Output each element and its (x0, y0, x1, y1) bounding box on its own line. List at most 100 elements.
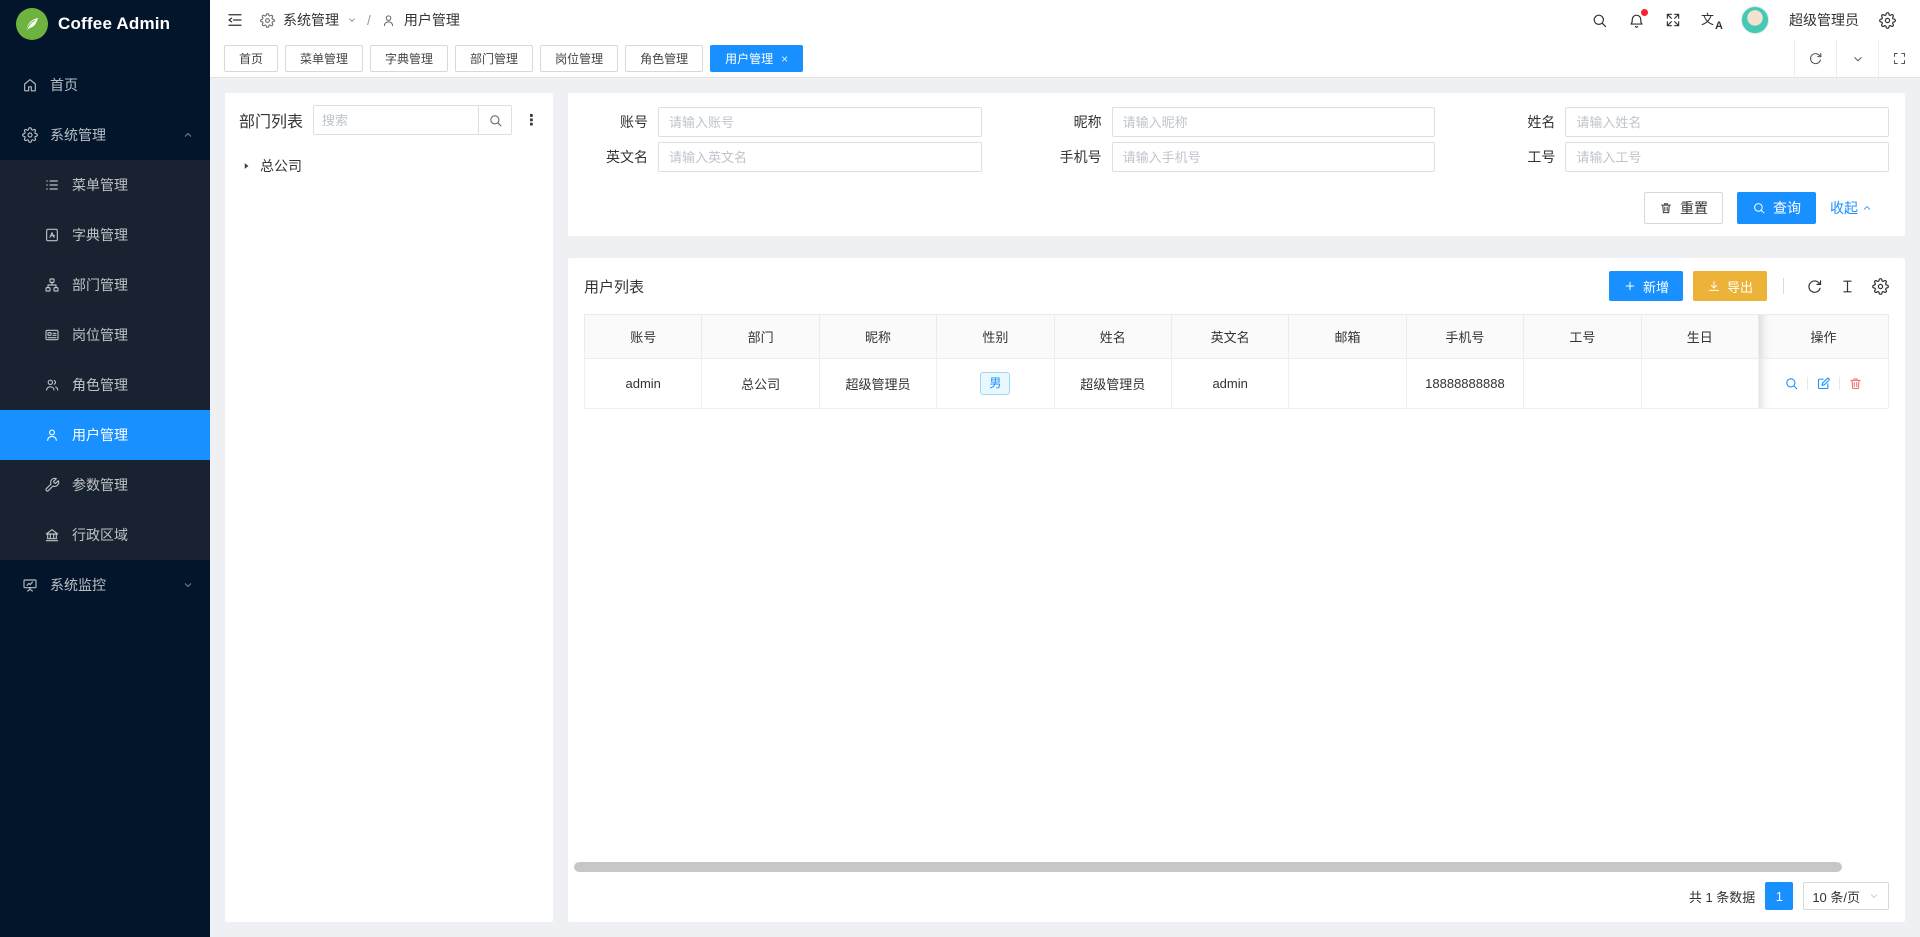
notification-bell-icon[interactable] (1628, 12, 1645, 29)
reset-button[interactable]: 重置 (1644, 192, 1723, 224)
field-job-no: 工号 (1491, 142, 1889, 172)
page-button-1[interactable]: 1 (1765, 882, 1793, 910)
app-logo: Coffee Admin (0, 0, 210, 48)
bank-icon (44, 527, 60, 543)
sidebar-item-dict-management[interactable]: 字典管理 (0, 210, 210, 260)
user-table: 账号 部门 昵称 性别 姓名 英文名 邮箱 手机号 工号 生日 操作 (584, 314, 1889, 409)
department-panel-header: 部门列表 ⋮ (225, 93, 553, 147)
page-size-select[interactable]: 10 条/页 (1803, 882, 1889, 910)
job-no-input[interactable] (1565, 142, 1889, 172)
caret-right-icon[interactable] (241, 161, 251, 171)
tab-role-management[interactable]: 角色管理 (625, 45, 703, 72)
department-search (313, 105, 512, 135)
more-options-icon[interactable]: ⋮ (522, 113, 541, 128)
sidebar: Coffee Admin 首页 系统管理 菜单管理 字典管理 部门管理 (0, 0, 210, 937)
export-button[interactable]: 导出 (1693, 271, 1767, 301)
tab-home[interactable]: 首页 (224, 45, 278, 72)
avatar[interactable] (1741, 6, 1769, 34)
gear-icon (260, 13, 275, 28)
table-title: 用户列表 (584, 276, 644, 297)
breadcrumb: 系统管理 / 用户管理 (260, 10, 460, 30)
divider (1807, 377, 1808, 390)
field-name: 姓名 (1491, 107, 1889, 137)
sidebar-item-admin-region[interactable]: 行政区域 (0, 510, 210, 560)
search-form: 账号 昵称 姓名 英文名 (568, 107, 1889, 172)
id-card-icon (44, 327, 60, 343)
department-search-input[interactable] (313, 105, 478, 135)
cell-en-name: admin (1171, 359, 1288, 409)
edit-icon[interactable] (1816, 376, 1831, 391)
query-button[interactable]: 查询 (1737, 192, 1816, 224)
divider (1839, 377, 1840, 390)
settings-gear-icon[interactable] (1879, 12, 1896, 29)
refresh-icon[interactable] (1794, 40, 1836, 77)
translate-icon[interactable]: 文A (1701, 11, 1721, 29)
topbar: 系统管理 / 用户管理 文A 超级管理员 (210, 0, 1920, 40)
chevron-up-icon (1861, 202, 1873, 214)
col-gender: 性别 (937, 315, 1054, 359)
phone-input[interactable] (1112, 142, 1436, 172)
user-icon (381, 13, 396, 28)
sidebar-item-system-management[interactable]: 系统管理 (0, 110, 210, 160)
tab-dict-management[interactable]: 字典管理 (370, 45, 448, 72)
search-icon[interactable] (1591, 12, 1608, 29)
sidebar-item-role-management[interactable]: 角色管理 (0, 360, 210, 410)
notification-badge (1641, 9, 1648, 16)
breadcrumb-section[interactable]: 系统管理 (283, 10, 339, 30)
field-nickname: 昵称 (1038, 107, 1436, 137)
row-height-icon[interactable] (1839, 278, 1856, 295)
breadcrumb-separator: / (367, 12, 371, 28)
monitor-icon (22, 577, 38, 593)
chevron-down-icon[interactable] (1836, 40, 1878, 77)
scrollbar-thumb[interactable] (574, 862, 1842, 872)
main-area: 系统管理 / 用户管理 文A 超级管理员 首页 菜单管理 字典管理 部门管理 岗… (210, 0, 1920, 937)
org-chart-icon (44, 277, 60, 293)
sidebar-item-system-monitor[interactable]: 系统监控 (0, 560, 210, 610)
nickname-input[interactable] (1112, 107, 1436, 137)
gear-icon (22, 127, 38, 143)
col-job-no: 工号 (1524, 315, 1641, 359)
close-icon[interactable]: × (781, 52, 788, 66)
col-phone: 手机号 (1406, 315, 1523, 359)
tab-menu-management[interactable]: 菜单管理 (285, 45, 363, 72)
tab-tools (1794, 40, 1920, 77)
tab-post-management[interactable]: 岗位管理 (540, 45, 618, 72)
table-empty-space (568, 409, 1905, 862)
delete-icon[interactable] (1848, 376, 1863, 391)
tree-node-root[interactable]: 总公司 (225, 147, 553, 185)
field-en-name: 英文名 (584, 142, 982, 172)
fullscreen-icon[interactable] (1665, 12, 1681, 28)
dictionary-icon (44, 227, 60, 243)
tree-node-label: 总公司 (260, 156, 302, 176)
add-button[interactable]: 新增 (1609, 271, 1683, 301)
col-actions: 操作 (1759, 315, 1889, 359)
sidebar-item-user-management[interactable]: 用户管理 (0, 410, 210, 460)
tab-dept-management[interactable]: 部门管理 (455, 45, 533, 72)
sidebar-item-menu-management[interactable]: 菜单管理 (0, 160, 210, 210)
name-input[interactable] (1565, 107, 1889, 137)
department-panel: 部门列表 ⋮ 总公司 (225, 93, 553, 922)
sidebar-item-post-management[interactable]: 岗位管理 (0, 310, 210, 360)
sidebar-item-home[interactable]: 首页 (0, 60, 210, 110)
col-birthday: 生日 (1641, 315, 1758, 359)
menu-fold-icon[interactable] (226, 11, 244, 29)
collapse-link[interactable]: 收起 (1830, 198, 1873, 218)
cell-phone: 18888888888 (1406, 359, 1523, 409)
refresh-icon[interactable] (1806, 278, 1823, 295)
en-name-input[interactable] (658, 142, 982, 172)
col-en-name: 英文名 (1171, 315, 1288, 359)
content: 部门列表 ⋮ 总公司 账号 (210, 78, 1920, 937)
gender-tag: 男 (980, 372, 1010, 395)
col-name: 姓名 (1054, 315, 1171, 359)
username[interactable]: 超级管理员 (1789, 10, 1859, 30)
tab-user-management[interactable]: 用户管理 × (710, 45, 803, 72)
account-input[interactable] (658, 107, 982, 137)
view-icon[interactable] (1784, 376, 1799, 391)
maximize-icon[interactable] (1878, 40, 1920, 77)
sidebar-item-dept-management[interactable]: 部门管理 (0, 260, 210, 310)
department-search-button[interactable] (478, 105, 512, 135)
sidebar-item-param-management[interactable]: 参数管理 (0, 460, 210, 510)
column-settings-gear-icon[interactable] (1872, 278, 1889, 295)
chevron-down-icon (182, 579, 194, 591)
col-account: 账号 (585, 315, 702, 359)
